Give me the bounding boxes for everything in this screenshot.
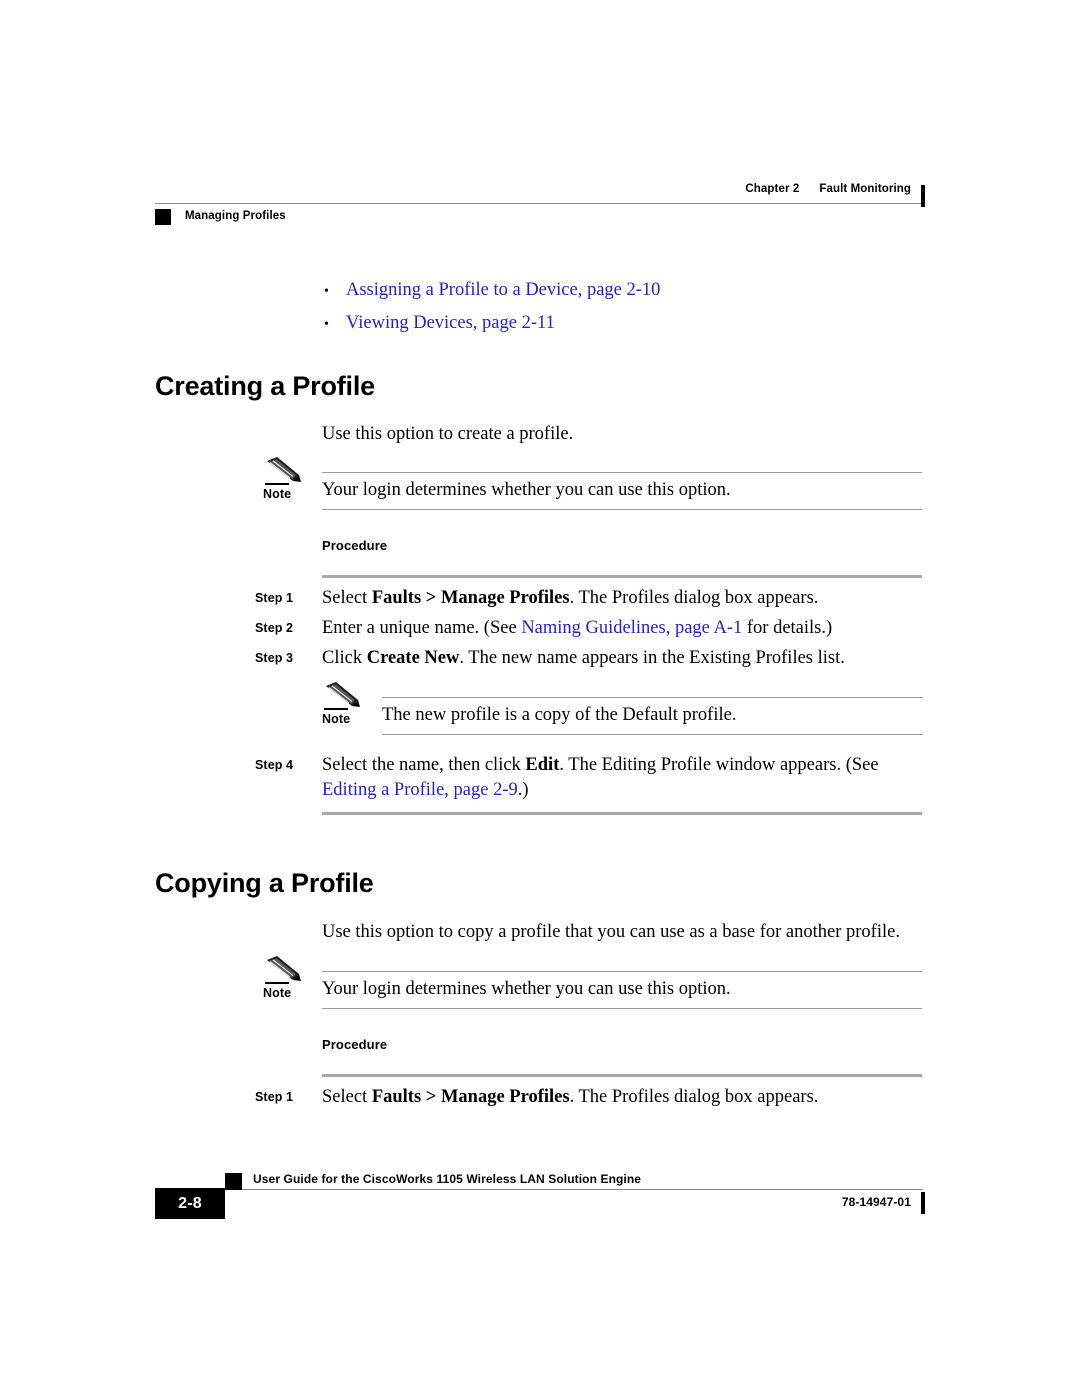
step-text: Select the name, then click Edit. The Ed… [322, 753, 925, 803]
intro-paragraph-copying: Use this option to copy a profile that y… [322, 922, 900, 942]
step-number: Step 1 [255, 1090, 294, 1104]
footer-edge-marker [921, 1192, 925, 1214]
step-text: Select Faults > Manage Profiles. The Pro… [322, 1085, 925, 1110]
black-square-marker-icon [155, 209, 171, 225]
crossref-link-assigning-profile[interactable]: Assigning a Profile to a Device, page 2-… [346, 278, 660, 303]
page-header: Chapter 2 Fault Monitoring Managing Profi… [155, 183, 925, 229]
procedure-bottom-rule [322, 812, 922, 815]
step-text-pre: Click [322, 648, 367, 668]
footer-document-title: User Guide for the CiscoWorks 1105 Wirel… [253, 1172, 642, 1186]
procedure-label-copying: Procedure [322, 1037, 388, 1052]
page-footer: User Guide for the CiscoWorks 1105 Wirel… [155, 1168, 925, 1228]
crossref-link-editing-profile[interactable]: Editing a Profile, page 2-9 [322, 780, 518, 800]
page-title-creating-a-profile: Creating a Profile [155, 371, 375, 401]
step-text-mid: . The Editing Profile window appears. (S… [559, 755, 879, 775]
step-number: Step 4 [255, 758, 294, 772]
pencil-icon [322, 680, 368, 712]
pencil-icon [263, 954, 309, 986]
document-page: Chapter 2 Fault Monitoring Managing Profi… [0, 0, 1080, 1397]
note-label: Note [263, 986, 292, 1000]
footer-divider [242, 1189, 923, 1190]
step-text-bold-button: Edit [525, 755, 560, 775]
header-edge-marker [921, 185, 925, 207]
header-chapter-number: Chapter 2 [745, 183, 800, 195]
bullet-icon: • [324, 316, 329, 332]
header-section-title: Managing Profiles [185, 210, 286, 222]
note-bottom-rule [322, 1007, 922, 1009]
note-label: Note [322, 712, 351, 726]
step-text: Click Create New. The new name appears i… [322, 646, 925, 671]
black-square-marker-icon [225, 1173, 242, 1190]
note-text: Your login determines whether you can us… [322, 979, 731, 999]
note-body: The new profile is a copy of the Default… [382, 697, 923, 735]
procedure-top-rule [322, 575, 922, 578]
step-text: Select Faults > Manage Profiles. The Pro… [322, 586, 925, 611]
step-text-post: for details.) [742, 618, 833, 638]
step-text: Enter a unique name. (See Naming Guideli… [322, 616, 925, 641]
footer-document-number: 78-14947-01 [841, 1195, 911, 1209]
step-text-post: . The Profiles dialog box appears. [569, 1087, 819, 1107]
header-divider [155, 203, 923, 204]
list-item: • Assigning a Profile to a Device, page … [322, 278, 932, 303]
note-label: Note [263, 487, 292, 501]
procedure-label-creating: Procedure [322, 538, 388, 553]
step-text-post: . The Profiles dialog box appears. [569, 588, 819, 608]
step-row-2-creating: Step 2 Enter a unique name. (See Naming … [255, 616, 925, 641]
note-text: Your login determines whether you can us… [322, 480, 731, 500]
step-text-pre: Enter a unique name. (See [322, 618, 522, 638]
step-row-4-creating: Step 4 Select the name, then click Edit.… [255, 753, 925, 803]
step-number: Step 2 [255, 621, 294, 635]
step-number: Step 3 [255, 651, 294, 665]
step-row-1-creating: Step 1 Select Faults > Manage Profiles. … [255, 586, 925, 611]
step-row-3-creating: Step 3 Click Create New. The new name ap… [255, 646, 925, 671]
crossref-link-naming-guidelines[interactable]: Naming Guidelines, page A-1 [521, 618, 742, 638]
step-text-bold-menu-path: Faults > Manage Profiles [371, 588, 570, 608]
step-text-bold-menu-path: Faults > Manage Profiles [371, 1087, 570, 1107]
header-chapter-info: Chapter 2 Fault Monitoring [745, 183, 911, 195]
step-text-pre: Select [322, 1087, 372, 1107]
page-title-copying-a-profile: Copying a Profile [155, 868, 374, 898]
list-item: • Viewing Devices, page 2-11 [322, 311, 932, 336]
note-bottom-rule [382, 733, 923, 735]
step-text-pre: Select the name, then click [322, 755, 526, 775]
pencil-icon [263, 455, 309, 487]
step-row-1-copying: Step 1 Select Faults > Manage Profiles. … [255, 1085, 925, 1110]
note-body: Your login determines whether you can us… [322, 971, 922, 1009]
step-text-bold-button: Create New [366, 648, 460, 668]
page-number: 2-8 [178, 1195, 202, 1212]
note-bottom-rule [322, 508, 922, 510]
note-body: Your login determines whether you can us… [322, 472, 922, 510]
intro-paragraph-creating: Use this option to create a profile. [322, 424, 574, 444]
step-text-post: . The new name appears in the Existing P… [459, 648, 845, 668]
header-chapter-title: Fault Monitoring [819, 183, 911, 195]
crossref-bullet-list: • Assigning a Profile to a Device, page … [322, 278, 932, 344]
step-text-post: .) [517, 779, 529, 800]
note-text: The new profile is a copy of the Default… [382, 705, 737, 725]
crossref-link-viewing-devices[interactable]: Viewing Devices, page 2-11 [346, 311, 555, 336]
step-text-pre: Select [322, 588, 372, 608]
procedure-top-rule [322, 1074, 922, 1077]
step-number: Step 1 [255, 591, 294, 605]
bullet-icon: • [324, 284, 329, 299]
